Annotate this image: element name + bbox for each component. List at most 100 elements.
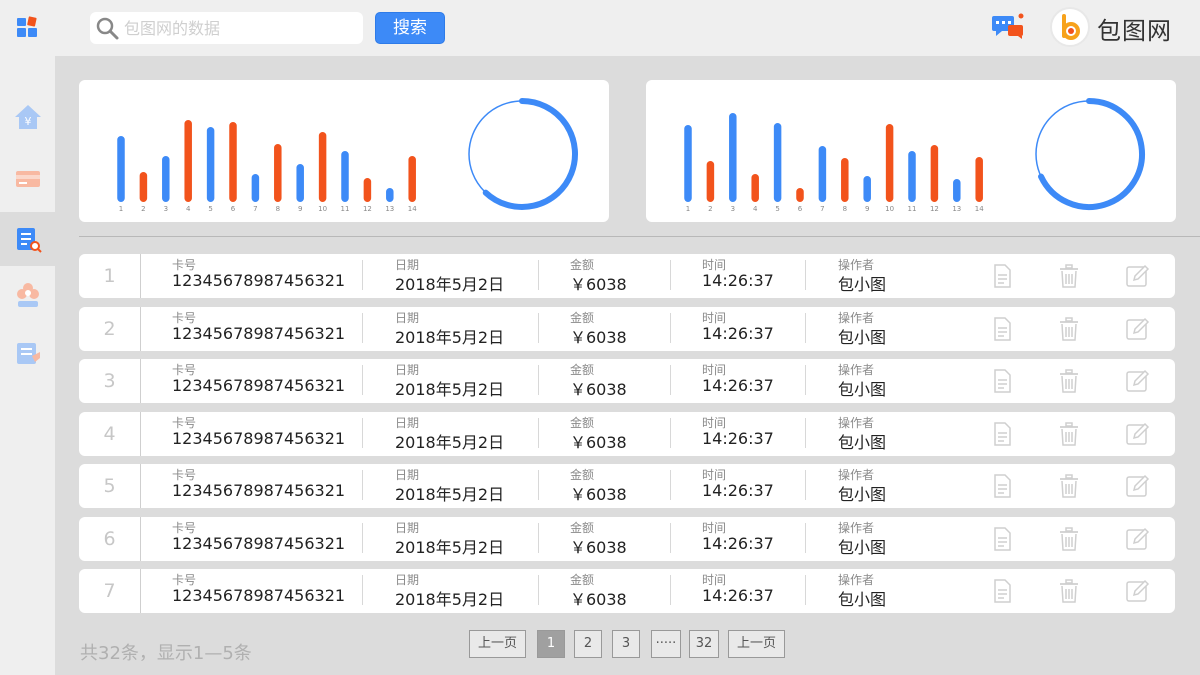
view-document-button[interactable] [989,316,1015,342]
trash-icon [1056,474,1082,503]
x-tick-label: 14 [975,205,984,213]
column-separator [670,312,671,343]
edit-button[interactable] [1124,578,1150,604]
message-icon[interactable] [990,12,1026,40]
table-row[interactable]: 4 卡号 12345678987456321 日期 2018年5月2日 金额 ￥6038 时间… [79,411,1175,456]
pagination-page-32[interactable]: 32 [689,630,719,658]
column-separator [362,522,363,553]
delete-button[interactable] [1056,316,1082,342]
pagination-page-3[interactable]: 3 [612,630,640,658]
view-document-button[interactable] [989,473,1015,499]
x-tick-label: 3 [731,205,735,213]
table-row[interactable]: 5 卡号 12345678987456321 日期 2018年5月2日 金额 ￥6038 时间… [79,464,1175,508]
table-row[interactable]: 3 卡号 12345678987456321 日期 2018年5月2日 金额 ￥6038 时间… [79,359,1175,403]
sidebar-item-report[interactable] [0,212,55,266]
edit-button[interactable] [1124,526,1150,552]
view-document-button[interactable] [989,368,1015,394]
column-separator [362,365,363,395]
delete-button[interactable] [1056,421,1082,447]
edit-button[interactable] [1124,473,1150,499]
edit-button[interactable] [1124,368,1150,394]
column-separator [805,417,806,448]
card-value: 12345678987456321 [172,376,346,395]
search-button[interactable]: 搜索 [375,12,445,44]
table-row[interactable]: 7 卡号 12345678987456321 日期 2018年5月2日 金额 ￥6038 时间… [79,569,1175,613]
chart-bar [684,125,692,202]
view-document-button[interactable] [989,421,1015,447]
chart-bar [751,174,759,202]
chart-bar [341,151,349,202]
delete-button[interactable] [1056,578,1082,604]
sidebar-item-notes[interactable] [0,326,55,380]
edit-icon [1124,527,1150,556]
row-number: 1 [79,254,141,298]
x-tick-label: 11 [908,205,917,213]
chart-bar [162,156,170,202]
column-separator [362,260,363,290]
amount-value: ￥6038 [570,380,627,399]
date-value: 2018年5月2日 [395,275,505,294]
search-input[interactable] [124,18,354,38]
column-separator [362,470,363,500]
time-value: 14:26:37 [702,533,774,553]
view-document-button[interactable] [989,263,1015,289]
top-bar: 搜索 包图网 [0,0,1200,56]
chart-bar [274,144,282,202]
notes-icon [16,343,40,364]
x-tick-label: 13 [952,205,961,213]
table-row[interactable]: 2 卡号 12345678987456321 日期 2018年5月2日 金额 ￥6038 时间… [79,306,1175,351]
edit-button[interactable] [1124,263,1150,289]
row-number: 3 [79,359,141,403]
document-icon [989,579,1015,608]
app-logo-icon[interactable] [16,16,38,38]
edit-button[interactable] [1124,316,1150,342]
delete-button[interactable] [1056,473,1082,499]
operator-value: 包小图 [838,485,887,504]
delete-button[interactable] [1056,368,1082,394]
brand-logo[interactable] [1050,7,1090,47]
card-value: 12345678987456321 [172,533,346,553]
sidebar-item-home[interactable]: ¥ [0,90,55,144]
pagination-ellipsis[interactable]: ····· [651,630,681,658]
time-value: 14:26:37 [702,586,774,605]
document-icon [989,421,1015,451]
brand-name: 包图网 [1097,17,1172,45]
delete-button[interactable] [1056,526,1082,552]
x-tick-label: 7 [253,205,257,213]
edit-button[interactable] [1124,421,1150,447]
ring-progress [1038,98,1145,210]
date-value: 2018年5月2日 [395,432,505,452]
column-separator [805,260,806,290]
time-value: 14:26:37 [702,481,774,500]
document-icon [989,526,1015,556]
row-number: 5 [79,464,141,508]
edit-icon [1124,369,1150,398]
delete-button[interactable] [1056,263,1082,289]
date-value: 2018年5月2日 [395,537,505,557]
table-row[interactable]: 1 卡号 12345678987456321 日期 2018年5月2日 金额 ￥6038 时间… [79,254,1175,298]
sidebar-item-card[interactable] [0,152,55,206]
x-tick-label: 9 [298,205,302,213]
view-document-button[interactable] [989,578,1015,604]
pagination-prev-button[interactable]: 上一页 [469,630,526,658]
pagination-next-button[interactable]: 上一页 [728,630,785,658]
x-tick-label: 3 [164,205,168,213]
pagination-page-1[interactable]: 1 [537,630,565,658]
edit-icon [1124,474,1150,503]
column-separator [538,365,539,395]
edit-icon [1124,579,1150,608]
column-separator [538,260,539,290]
trash-icon [1056,369,1082,398]
x-tick-label: 12 [363,205,372,213]
x-tick-label: 13 [385,205,394,213]
x-tick-label: 9 [865,205,869,213]
pagination-page-2[interactable]: 2 [574,630,602,658]
document-icon [989,264,1015,293]
time-value: 14:26:37 [702,428,774,448]
settings-flower-icon [16,283,39,307]
view-document-button[interactable] [989,526,1015,552]
table-row[interactable]: 6 卡号 12345678987456321 日期 2018年5月2日 金额 ￥6038 时间… [79,516,1175,561]
trash-icon [1056,421,1082,451]
sidebar-item-settings[interactable] [0,268,55,322]
operator-value: 包小图 [838,275,887,294]
